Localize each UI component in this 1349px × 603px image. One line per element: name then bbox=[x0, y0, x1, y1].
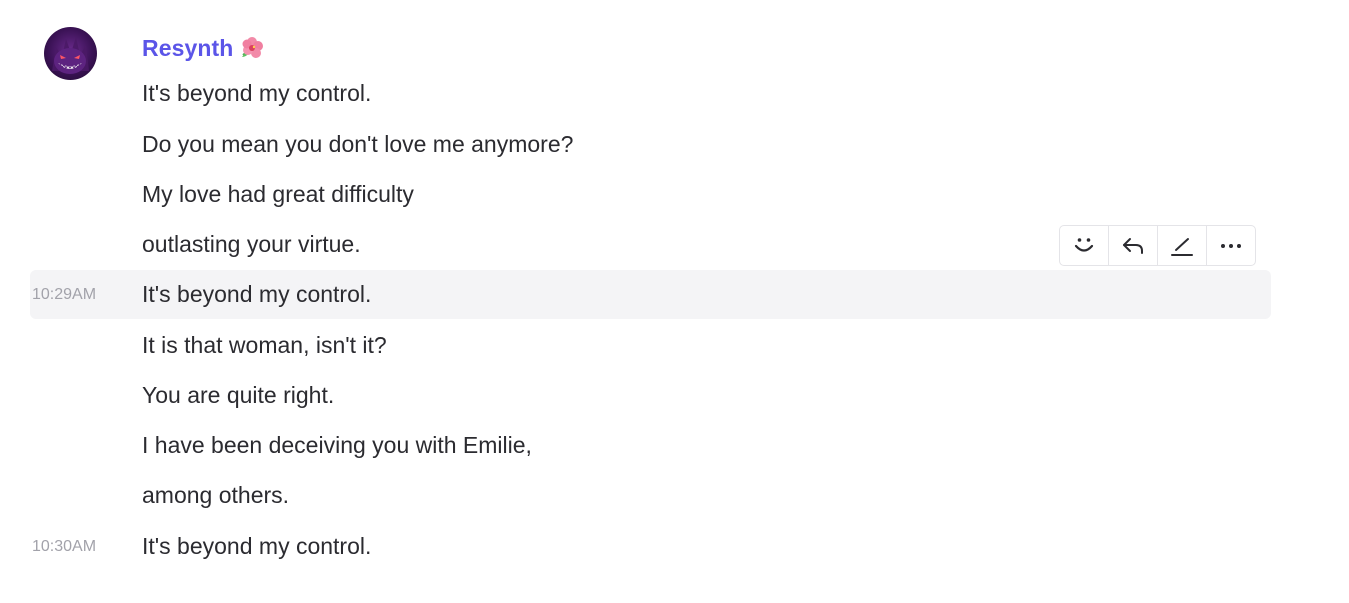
reply-arrow-icon bbox=[1123, 237, 1143, 254]
message-text: It's beyond my control. bbox=[142, 281, 372, 307]
message-text: Do you mean you don't love me anymore? bbox=[142, 131, 574, 157]
message-text: It's beyond my control. bbox=[142, 80, 372, 106]
pencil-icon bbox=[1171, 237, 1193, 256]
author-name[interactable]: Resynth bbox=[142, 35, 233, 62]
message-text: My love had great difficulty bbox=[142, 181, 414, 207]
add-reaction-button[interactable] bbox=[1060, 226, 1109, 265]
hibiscus-icon bbox=[239, 35, 265, 61]
message-timestamp: 10:30AM bbox=[32, 538, 97, 555]
message-row[interactable]: You are quite right. bbox=[30, 371, 1271, 420]
message-row[interactable]: among others. bbox=[30, 471, 1271, 520]
message-row[interactable]: It's beyond my control. bbox=[30, 69, 1271, 118]
message-row[interactable]: Do you mean you don't love me anymore? bbox=[30, 120, 1271, 169]
message-row[interactable]: It is that woman, isn't it? bbox=[30, 321, 1271, 370]
message-row-hovered[interactable]: 10:29AM It's beyond my control. bbox=[30, 270, 1271, 319]
smiley-icon bbox=[1074, 237, 1094, 252]
message-text: outlasting your virtue. bbox=[142, 231, 361, 257]
chat-message-group: Resynth It's beyond my control. Do you m… bbox=[0, 0, 1349, 603]
message-text: among others. bbox=[142, 482, 290, 508]
reply-button[interactable] bbox=[1109, 226, 1158, 265]
ellipsis-icon bbox=[1221, 243, 1241, 248]
message-timestamp: 10:29AM bbox=[32, 286, 97, 303]
message-text: It's beyond my control. bbox=[142, 533, 372, 559]
message-header: Resynth bbox=[142, 30, 265, 66]
message-text: You are quite right. bbox=[142, 382, 335, 408]
edit-button[interactable] bbox=[1158, 226, 1207, 265]
message-actions-toolbar bbox=[1059, 225, 1256, 266]
message-row[interactable]: My love had great difficulty bbox=[30, 170, 1271, 219]
message-row[interactable]: I have been deceiving you with Emilie, bbox=[30, 421, 1271, 470]
message-row[interactable]: 10:30AM It's beyond my control. bbox=[30, 522, 1271, 571]
more-options-button[interactable] bbox=[1207, 226, 1255, 265]
message-text: It is that woman, isn't it? bbox=[142, 332, 387, 358]
message-text: I have been deceiving you with Emilie, bbox=[142, 432, 532, 458]
